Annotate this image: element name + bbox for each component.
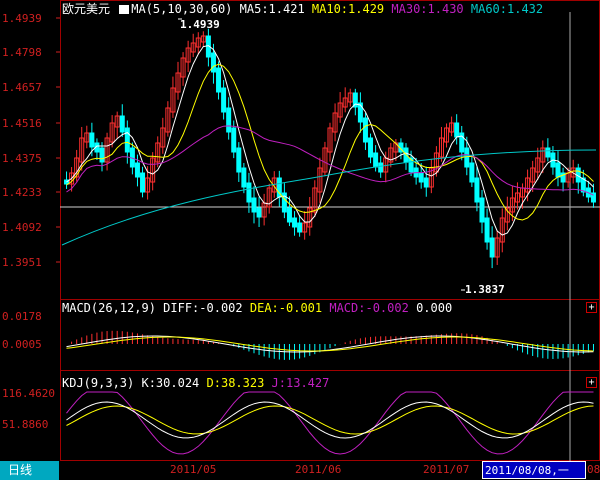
price-tick: 1.4657 <box>2 81 42 94</box>
kdj-expand-button[interactable]: + <box>586 377 597 388</box>
candle-body <box>241 167 247 188</box>
k-line <box>66 401 594 439</box>
daily-period-tab[interactable]: 日线 <box>0 461 59 480</box>
candle-body <box>251 197 257 213</box>
candle-body <box>210 52 216 73</box>
candle-body <box>231 127 237 153</box>
candle-body <box>423 177 429 188</box>
date-label: 2011/07 <box>423 463 470 476</box>
date-label: 2011/06 <box>295 463 342 476</box>
macd-header: MACD(26,12,9) DIFF:-0.002 DEA:-0.001 MAC… <box>62 301 452 315</box>
macd-tick: 0.0178 <box>2 310 42 323</box>
candle-body <box>292 217 298 228</box>
chart-canvas[interactable] <box>0 0 600 480</box>
ma10-value: MA10:1.429 <box>311 2 385 16</box>
candle-body <box>373 152 379 168</box>
macd-value: MACD:-0.002 <box>329 301 409 315</box>
candle-body <box>246 182 252 203</box>
candle-body <box>124 127 130 153</box>
forex-chart-window: 欧元美元 MA(5,10,30,60) MA5:1.421 MA10:1.429… <box>0 0 600 480</box>
ma-settings-icon[interactable] <box>119 5 130 14</box>
j-value: J:13.427 <box>271 376 330 390</box>
high-price-label: 1.4939 <box>180 18 220 31</box>
price-tick: 1.3951 <box>2 256 42 269</box>
j-line <box>66 391 594 455</box>
candle-body <box>236 147 242 173</box>
candle-body <box>479 197 485 223</box>
cursor-date-box: 2011/08/08,一 <box>482 461 586 479</box>
macd-extra-value: 0.000 <box>416 301 453 315</box>
price-tick: 1.4092 <box>2 221 42 234</box>
candle-body <box>474 177 480 203</box>
candle-body <box>89 132 95 148</box>
price-tick: 1.4233 <box>2 186 42 199</box>
candle-body <box>119 115 125 133</box>
d-value: D:38.323 <box>206 376 265 390</box>
price-tick: 1.4375 <box>2 152 42 165</box>
candle-body <box>378 162 384 173</box>
candle-body <box>221 87 227 113</box>
candle-body <box>362 117 368 143</box>
kdj-header: KDJ(9,3,3) K:30.024 D:38.323 J:13.427 <box>62 376 329 390</box>
macd-tick: 0.0005 <box>2 338 42 351</box>
diff-value: DIFF:-0.002 <box>163 301 243 315</box>
ma-title: MA(5,10,30,60) <box>131 2 233 16</box>
candle-body <box>256 207 262 218</box>
candle-body <box>286 207 292 223</box>
candle-body <box>99 147 105 163</box>
low-price-label: 1.3837 <box>465 283 505 296</box>
kdj-tick: 116.4620 <box>2 387 55 400</box>
candle-body <box>216 67 222 93</box>
price-header: 欧元美元 MA(5,10,30,60) MA5:1.421 MA10:1.429… <box>62 0 543 17</box>
candle-body <box>357 102 363 123</box>
ma5-value: MA5:1.421 <box>239 2 305 16</box>
candle-body <box>140 172 146 193</box>
k-value: K:30.024 <box>141 376 200 390</box>
candle-body <box>545 147 551 158</box>
macd-expand-button[interactable]: + <box>586 302 597 313</box>
price-tick: 1.4798 <box>2 46 42 59</box>
dea-value: DEA:-0.001 <box>249 301 323 315</box>
candle-body <box>489 237 495 258</box>
price-tick: 1.4516 <box>2 117 42 130</box>
kdj-tick: 51.8860 <box>2 418 49 431</box>
candle-body <box>555 162 561 178</box>
macd-title: MACD(26,12,9) <box>62 301 156 315</box>
ma60-value: MA60:1.432 <box>470 2 544 16</box>
candle-body <box>418 172 424 183</box>
candle-body <box>454 122 460 138</box>
candle-body <box>464 147 470 168</box>
candle-body <box>469 162 475 183</box>
ma30-value: MA30:1.430 <box>391 2 464 16</box>
price-tick: 1.4939 <box>2 12 42 25</box>
candle-body <box>134 162 140 178</box>
candle-body <box>368 137 374 158</box>
candle-body <box>297 222 303 233</box>
date-tail-label: 08 <box>587 463 600 476</box>
kdj-title: KDJ(9,3,3) <box>62 376 135 390</box>
date-label: 2011/05 <box>170 463 217 476</box>
candle-body <box>484 217 490 243</box>
symbol-title: 欧元美元 <box>62 2 111 16</box>
candle-body <box>226 107 232 133</box>
